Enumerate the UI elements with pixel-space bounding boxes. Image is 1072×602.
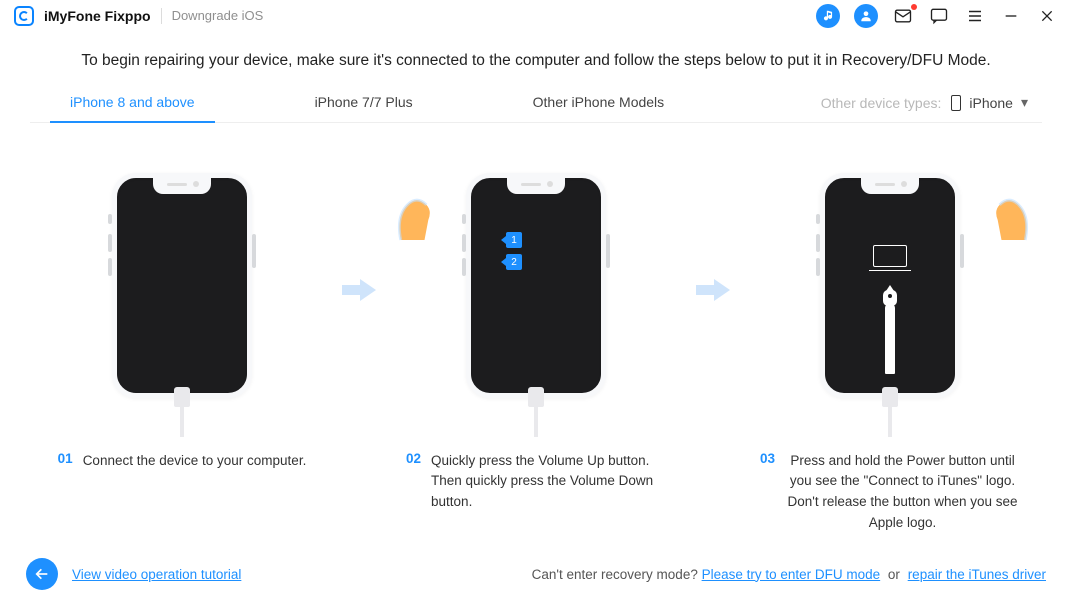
back-button[interactable]: [26, 558, 58, 590]
step-desc: Connect the device to your computer.: [83, 451, 307, 472]
arrow-icon: [696, 278, 730, 307]
step-index: 03: [760, 451, 775, 535]
titlebar: iMyFone Fixppo Downgrade iOS: [0, 0, 1072, 32]
cant-enter-text: Can't enter recovery mode? Please try to…: [532, 567, 1046, 582]
badge-1: 1: [506, 232, 522, 248]
laptop-icon: [873, 245, 907, 267]
tab-other-iphone[interactable]: Other iPhone Models: [533, 84, 665, 122]
tab-iphone-8-above[interactable]: iPhone 8 and above: [70, 84, 195, 122]
phone-illustration-1: [112, 173, 252, 398]
footer: View video operation tutorial Can't ente…: [0, 552, 1072, 602]
page-headline: To begin repairing your device, make sur…: [30, 52, 1042, 70]
device-type-select[interactable]: iPhone ▾: [951, 94, 1034, 111]
chevron-down-icon: ▾: [1021, 94, 1028, 111]
phone-icon: [951, 95, 961, 111]
app-logo: [14, 6, 34, 26]
step-index: 01: [58, 451, 73, 472]
minimize-button[interactable]: [1000, 5, 1022, 27]
phone-illustration-2: 1 2: [466, 173, 606, 398]
step-1: 01 Connect the device to your computer.: [32, 151, 332, 472]
notification-dot: [911, 4, 917, 10]
close-button[interactable]: [1036, 5, 1058, 27]
title-divider: [161, 8, 162, 24]
menu-icon[interactable]: [964, 5, 986, 27]
messages-icon[interactable]: [892, 5, 914, 27]
step-3: 03 Press and hold the Power button until…: [740, 151, 1040, 535]
device-type-label: Other device types:: [821, 95, 942, 111]
badge-2: 2: [506, 254, 522, 270]
finger-press-right: [992, 196, 1030, 246]
dfu-mode-link[interactable]: Please try to enter DFU mode: [702, 567, 881, 582]
arrow-icon: [342, 278, 376, 307]
device-tabs: iPhone 8 and above iPhone 7/7 Plus Other…: [30, 84, 1042, 123]
step-desc: Quickly press the Volume Up button. Then…: [431, 451, 666, 514]
app-subtitle: Downgrade iOS: [172, 8, 264, 23]
step-2: 1 2 02 Quickly press the Volume Up butto…: [386, 151, 686, 514]
app-name: iMyFone Fixppo: [44, 8, 151, 24]
finger-press-left: [396, 196, 434, 246]
account-icon[interactable]: [854, 4, 878, 28]
feedback-icon[interactable]: [928, 5, 950, 27]
step-index: 02: [406, 451, 421, 514]
connect-itunes-screen: [830, 183, 950, 388]
lightning-cable-icon: [885, 304, 895, 374]
device-select-value: iPhone: [969, 95, 1013, 111]
video-tutorial-link[interactable]: View video operation tutorial: [72, 567, 241, 582]
tab-iphone-7[interactable]: iPhone 7/7 Plus: [315, 84, 413, 122]
music-manager-icon[interactable]: [816, 4, 840, 28]
step-desc: Press and hold the Power button until yo…: [785, 451, 1020, 535]
repair-driver-link[interactable]: repair the iTunes driver: [908, 567, 1046, 582]
phone-illustration-3: [820, 173, 960, 398]
